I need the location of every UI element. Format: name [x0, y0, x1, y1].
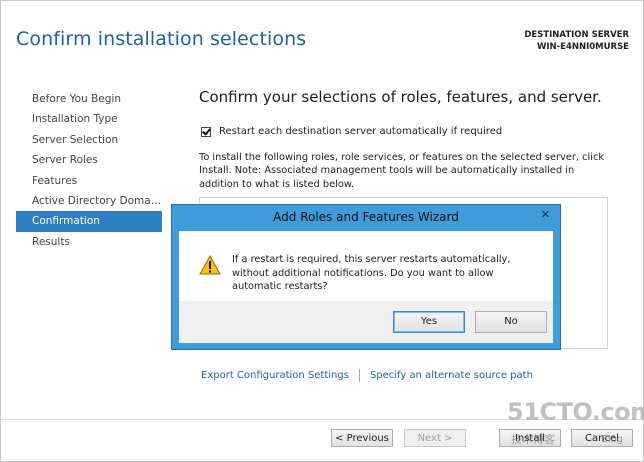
previous-button[interactable]: < Previous: [331, 429, 393, 447]
wizard-sidebar: Before You Begin Installation Type Serve…: [16, 89, 162, 252]
destination-server: DESTINATION SERVER WIN-E4NNI0MURSE: [524, 29, 629, 53]
dialog-title: Add Roles and Features Wizard: [273, 210, 459, 224]
watermark-subtitle: 技术博客: [511, 433, 555, 446]
destination-server-name: WIN-E4NNI0MURSE: [536, 42, 629, 52]
sidebar-item-server-roles[interactable]: Server Roles: [16, 150, 162, 170]
sidebar-item-results[interactable]: Results: [16, 232, 162, 252]
sidebar-item-confirmation[interactable]: Confirmation: [16, 211, 162, 232]
sidebar-item-server-selection[interactable]: Server Selection: [16, 130, 162, 150]
watermark-logo: 51CTO.com: [507, 398, 644, 426]
sidebar-item-before-you-begin[interactable]: Before You Begin: [16, 89, 162, 109]
restart-confirm-dialog: Add Roles and Features Wizard ✕ If a res…: [171, 204, 561, 350]
install-description: To install the following roles, role ser…: [199, 152, 605, 190]
dialog-footer: Yes No: [179, 301, 553, 343]
wizard-window: Confirm installation selections DESTINAT…: [0, 0, 644, 462]
next-button[interactable]: Next >: [404, 429, 466, 447]
dialog-message: If a restart is required, this server re…: [232, 254, 511, 292]
watermark-blog: Blog: [601, 434, 624, 445]
restart-checkbox[interactable]: [201, 126, 211, 137]
no-button[interactable]: No: [475, 311, 547, 333]
alternate-source-link[interactable]: Specify an alternate source path: [370, 370, 533, 381]
link-separator: [358, 369, 360, 382]
destination-label: DESTINATION SERVER: [524, 30, 629, 40]
page-title: Confirm installation selections: [16, 28, 307, 50]
warning-icon: [199, 255, 221, 275]
yes-button[interactable]: Yes: [393, 311, 465, 333]
close-icon[interactable]: ✕: [541, 208, 550, 221]
dialog-body: If a restart is required, this server re…: [179, 231, 553, 301]
sidebar-item-installation-type[interactable]: Installation Type: [16, 109, 162, 129]
export-config-link[interactable]: Export Configuration Settings: [201, 370, 349, 381]
restart-checkbox-label[interactable]: Restart each destination server automati…: [219, 126, 502, 137]
restart-option: Restart each destination server automati…: [201, 126, 502, 137]
sidebar-item-features[interactable]: Features: [16, 171, 162, 191]
sidebar-item-active-directory[interactable]: Active Directory Domain Services: [16, 191, 162, 211]
links-row: Export Configuration Settings Specify an…: [201, 369, 533, 382]
content-heading: Confirm your selections of roles, featur…: [199, 88, 602, 106]
